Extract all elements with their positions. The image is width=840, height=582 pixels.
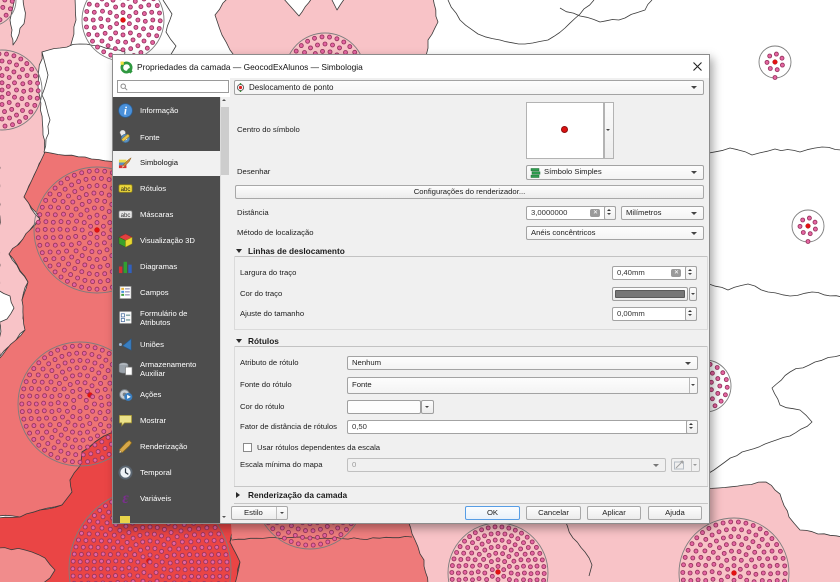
svg-text:abc: abc bbox=[121, 186, 131, 193]
svg-text:abc: abc bbox=[121, 212, 131, 219]
svg-text:ε: ε bbox=[122, 491, 129, 506]
